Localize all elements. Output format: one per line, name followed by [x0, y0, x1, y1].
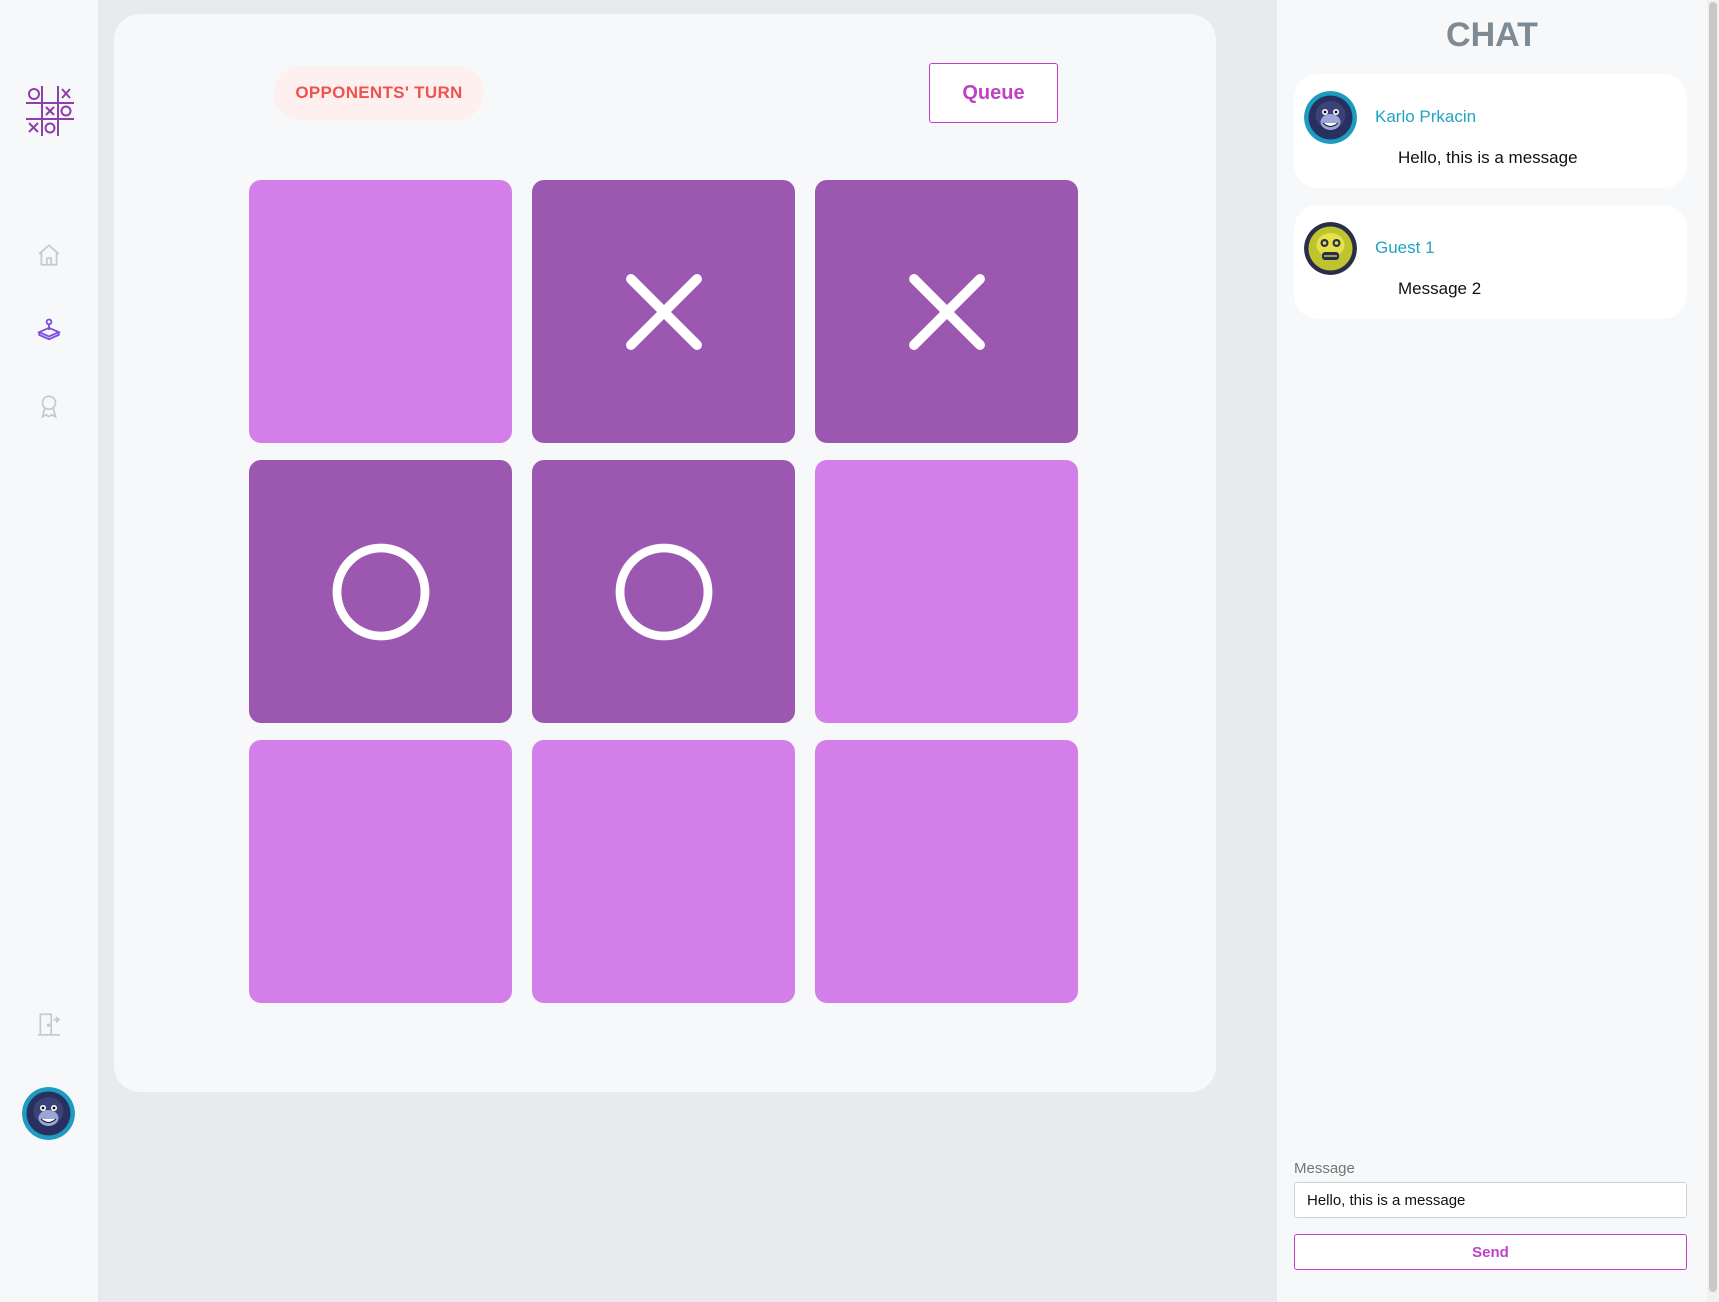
board-cell-2-0[interactable] — [249, 740, 512, 1003]
message-author: Karlo Prkacin — [1375, 107, 1477, 126]
message-avatar[interactable] — [1304, 222, 1357, 275]
send-button[interactable]: Send — [1294, 1234, 1687, 1270]
page-scrollbar[interactable] — [1707, 0, 1719, 1302]
turn-status-badge: OPPONENTS' TURN — [274, 66, 484, 120]
board-cell-0-1[interactable] — [532, 180, 795, 443]
board-cell-1-0[interactable] — [249, 460, 512, 723]
message-text: Hello, this is a message — [1398, 148, 1578, 167]
message-text: Message 2 — [1398, 279, 1482, 298]
user-avatar[interactable] — [22, 1087, 75, 1140]
message-avatar[interactable] — [1304, 91, 1357, 144]
chat-title: CHAT — [1446, 16, 1538, 54]
sidebar — [0, 0, 99, 1302]
board-cell-1-1[interactable] — [532, 460, 795, 723]
x-mark-icon — [625, 273, 702, 350]
board-cell-0-0[interactable] — [249, 180, 512, 443]
board-cell-2-1[interactable] — [532, 740, 795, 1003]
award-icon[interactable] — [34, 391, 64, 421]
message-input[interactable] — [1294, 1182, 1687, 1218]
board-cell-2-2[interactable] — [815, 740, 1078, 1003]
chat-message: Guest 1 Message 2 — [1294, 205, 1687, 319]
board-cell-1-2[interactable] — [815, 460, 1078, 723]
message-author: Guest 1 — [1375, 238, 1435, 257]
scrollbar-thumb[interactable] — [1709, 2, 1717, 1292]
home-icon[interactable] — [34, 240, 64, 270]
game-board — [249, 180, 1078, 1009]
queue-button[interactable]: Queue — [929, 63, 1058, 123]
x-mark-icon — [908, 273, 985, 350]
o-mark-icon — [332, 543, 429, 640]
tic-tac-toe-logo-icon[interactable] — [26, 86, 74, 136]
o-mark-icon — [615, 543, 712, 640]
chat-message: Karlo Prkacin Hello, this is a message — [1294, 74, 1687, 188]
board-cell-0-2[interactable] — [815, 180, 1078, 443]
logout-door-icon[interactable] — [34, 1009, 64, 1039]
joystick-icon[interactable] — [34, 315, 64, 345]
chat-panel: CHAT Karlo Prkacin Hello, this is a mess… — [1277, 0, 1707, 1302]
message-input-label: Message — [1294, 1160, 1355, 1177]
game-panel: OPPONENTS' TURN Queue — [114, 14, 1216, 1092]
